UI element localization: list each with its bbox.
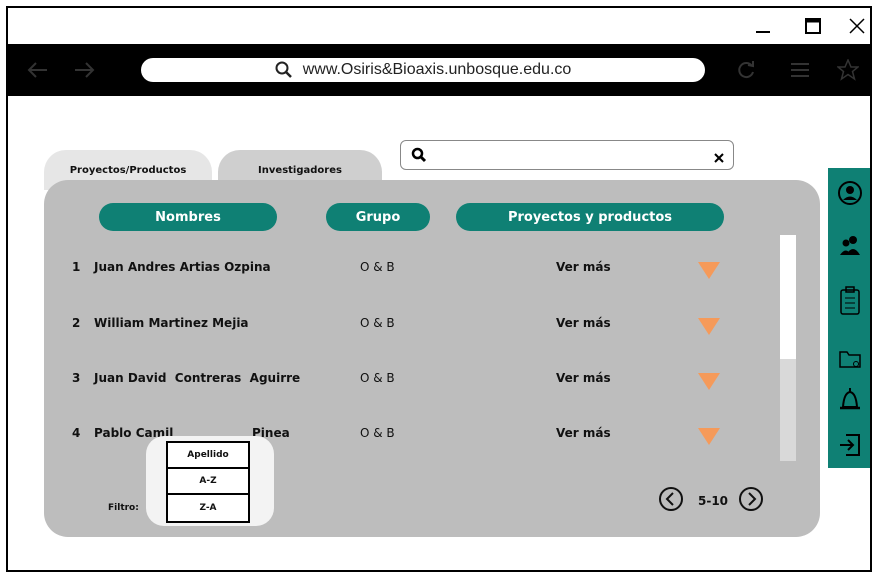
bell-icon[interactable] [828, 386, 870, 416]
filter-option-a-z[interactable]: A-Z [168, 469, 248, 495]
ver-mas-link[interactable]: Ver más [556, 426, 611, 440]
expand-arrow-icon[interactable] [698, 318, 720, 335]
minimize-icon[interactable] [748, 12, 778, 40]
researcher-name: Juan Andres Artias Ozpina [94, 260, 271, 274]
expand-arrow-icon[interactable] [698, 428, 720, 445]
search-input[interactable] [400, 140, 734, 170]
right-sidebar [828, 168, 870, 468]
close-icon[interactable] [842, 12, 870, 40]
star-icon[interactable] [836, 58, 860, 82]
menu-icon[interactable] [788, 58, 812, 82]
filter-label: Filtro: [108, 503, 139, 513]
title-bar [8, 8, 870, 44]
tab-label: Investigadores [258, 164, 342, 176]
header-grupo[interactable]: Grupo [326, 203, 430, 231]
page-range: 5-10 [698, 494, 729, 508]
filter-dropdown[interactable]: Apellido A-Z Z-A [166, 441, 250, 523]
forward-icon[interactable] [72, 58, 96, 82]
group-name: O & B [360, 426, 395, 440]
row-number: 2 [72, 316, 81, 330]
logout-icon[interactable] [828, 430, 870, 460]
maximize-icon[interactable] [798, 12, 828, 40]
header-nombres[interactable]: Nombres [99, 203, 277, 231]
search-icon [411, 147, 427, 167]
users-icon[interactable] [828, 230, 870, 260]
url-text: www.Osiris&Bioaxis.unbosque.edu.co [302, 61, 572, 78]
filter-option-apellido[interactable]: Apellido [168, 443, 248, 469]
address-bar[interactable]: www.Osiris&Bioaxis.unbosque.edu.co [141, 58, 705, 82]
group-name: O & B [360, 371, 395, 385]
tab-label: Proyectos/Productos [69, 164, 187, 176]
filter-option-z-a[interactable]: Z-A [168, 495, 248, 521]
prev-page-icon[interactable] [658, 486, 684, 512]
browser-window: www.Osiris&Bioaxis.unbosque.edu.co Proye… [6, 6, 872, 572]
ver-mas-link[interactable]: Ver más [556, 260, 611, 274]
row-number: 3 [72, 371, 81, 385]
ver-mas-link[interactable]: Ver más [556, 371, 611, 385]
reload-icon[interactable] [734, 58, 758, 82]
back-icon[interactable] [26, 58, 50, 82]
clear-search-icon[interactable] [713, 149, 725, 168]
group-name: O & B [360, 260, 395, 274]
next-page-icon[interactable] [738, 486, 764, 512]
scrollbar-thumb[interactable] [780, 235, 796, 359]
header-label: Grupo [355, 209, 401, 225]
ver-mas-link[interactable]: Ver más [556, 316, 611, 330]
researcher-name: William Martinez Mejia [94, 316, 249, 330]
user-icon[interactable] [828, 178, 870, 208]
expand-arrow-icon[interactable] [698, 262, 720, 279]
browser-toolbar: www.Osiris&Bioaxis.unbosque.edu.co [8, 44, 870, 96]
row-number: 4 [72, 426, 81, 440]
researcher-name: Juan David Contreras Aguirre [94, 371, 301, 385]
header-proyectos[interactable]: Proyectos y productos [456, 203, 724, 231]
row-number: 1 [72, 260, 81, 274]
group-name: O & B [360, 316, 395, 330]
clipboard-icon[interactable] [828, 286, 870, 316]
header-label: Nombres [155, 209, 221, 225]
folder-icon[interactable] [828, 344, 870, 374]
header-label: Proyectos y productos [507, 209, 673, 225]
search-icon [275, 61, 293, 79]
expand-arrow-icon[interactable] [698, 373, 720, 390]
